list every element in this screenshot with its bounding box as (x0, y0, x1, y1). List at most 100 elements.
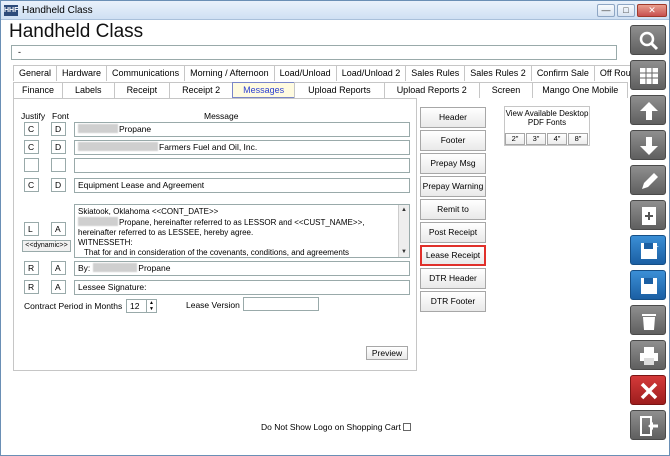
prepay-msg-button[interactable]: Prepay Msg (420, 153, 486, 174)
tab-hardware[interactable]: Hardware (56, 65, 108, 81)
save-new-icon[interactable]: + (630, 235, 666, 265)
tab-upload-reports[interactable]: Upload Reports (294, 82, 385, 98)
no-logo-label: Do Not Show Logo on Shopping Cart (261, 422, 401, 432)
trash-icon[interactable] (630, 305, 666, 335)
maximize-button[interactable]: □ (617, 4, 635, 17)
justify-field[interactable]: R (24, 261, 39, 275)
tab-labels[interactable]: Labels (62, 82, 115, 98)
justify-field[interactable]: C (24, 122, 39, 136)
tab-sales-rules-2[interactable]: Sales Rules 2 (464, 65, 532, 81)
tab-sales-rules[interactable]: Sales Rules (405, 65, 466, 81)
lease-receipt-button[interactable]: Lease Receipt (420, 245, 486, 266)
pdf-font-8in-button[interactable]: 8" (568, 133, 588, 145)
pdf-font-3in-button[interactable]: 3" (526, 133, 546, 145)
message-text: Farmers Fuel and Oil, Inc. (159, 142, 258, 152)
contract-period-stepper[interactable]: 12 ▲ ▼ (126, 299, 157, 313)
message-field[interactable]: Propane (74, 122, 410, 137)
tab-morning-afternoon[interactable]: Morning / Afternoon (184, 65, 275, 81)
font-field[interactable]: D (51, 122, 66, 136)
justify-field[interactable]: R (24, 280, 39, 294)
redacted-text (93, 263, 138, 272)
post-receipt-button[interactable]: Post Receipt (420, 222, 486, 243)
exit-icon[interactable] (630, 410, 666, 440)
tab-screen[interactable]: Screen (478, 82, 534, 98)
tab-load-unload[interactable]: Load/Unload (273, 65, 337, 81)
no-logo-checkbox[interactable]: Do Not Show Logo on Shopping Cart (261, 422, 411, 432)
contract-period-value: 12 (130, 301, 140, 311)
header-button[interactable]: Header (420, 107, 486, 128)
minimize-button[interactable]: — (597, 4, 615, 17)
search-icon[interactable] (630, 25, 666, 55)
lease-version-label: Lease Version (186, 300, 240, 310)
message-text: By: (78, 263, 91, 273)
font-field[interactable] (51, 158, 66, 172)
close-icon[interactable] (630, 375, 666, 405)
tab-mango-one-mobile[interactable]: Mango One Mobile (532, 82, 629, 98)
preview-button[interactable]: Preview (366, 346, 408, 360)
tab-receipt[interactable]: Receipt (113, 82, 171, 98)
stepper-arrows-icon[interactable]: ▲ ▼ (146, 300, 156, 312)
tab-messages[interactable]: Messages (232, 82, 296, 98)
justify-field[interactable]: L (24, 222, 39, 236)
font-field[interactable]: A (51, 222, 66, 236)
close-window-button[interactable]: ✕ (637, 4, 667, 17)
arrow-down-icon[interactable] (630, 130, 666, 160)
font-field[interactable]: A (51, 261, 66, 275)
lease-line: WITNESSETH: (78, 238, 133, 247)
tabs-row-2: Finance Labels Receipt Receipt 2 Message… (13, 82, 629, 98)
print-icon[interactable] (630, 340, 666, 370)
save-icon[interactable] (630, 270, 666, 300)
message-field[interactable] (74, 158, 410, 173)
message-field[interactable]: By: Propane (74, 261, 410, 276)
scroll-down-icon[interactable]: ▼ (399, 248, 409, 256)
lease-text-area[interactable]: Skiatook, Oklahoma <<CONT_DATE>> Propane… (74, 204, 410, 258)
vertical-scrollbar[interactable]: ▲ ▼ (398, 205, 409, 257)
message-text: Propane (119, 124, 152, 134)
top-field-value: - (18, 47, 21, 57)
message-field[interactable]: Farmers Fuel and Oil, Inc. (74, 140, 410, 155)
justify-field[interactable]: C (24, 178, 39, 192)
tab-confirm-sale[interactable]: Confirm Sale (530, 65, 595, 81)
dtr-header-button[interactable]: DTR Header (420, 268, 486, 289)
dynamic-fields-button[interactable]: <<dynamic>> (22, 240, 71, 252)
add-document-icon[interactable] (630, 200, 666, 230)
pdf-fonts-box: View Available Desktop PDF Fonts 2" 3" 4… (504, 106, 590, 146)
pdf-font-2in-button[interactable]: 2" (505, 133, 525, 145)
remit-to-button[interactable]: Remit to (420, 199, 486, 220)
title-bar: HHF Handheld Class — □ ✕ (1, 1, 669, 20)
font-field[interactable]: A (51, 280, 66, 294)
footer-button[interactable]: Footer (420, 130, 486, 151)
pdf-font-4in-button[interactable]: 4" (547, 133, 567, 145)
tab-finance[interactable]: Finance (13, 82, 64, 98)
app-icon: HHF (4, 5, 19, 16)
scroll-up-icon[interactable]: ▲ (399, 206, 409, 214)
prepay-warning-button[interactable]: Prepay Warning (420, 176, 486, 197)
tab-load-unload-2[interactable]: Load/Unload 2 (335, 65, 407, 81)
page-title: Handheld Class (9, 21, 144, 42)
main-window: HHF Handheld Class — □ ✕ Handheld Class … (0, 0, 670, 456)
lease-version-input[interactable] (243, 297, 319, 311)
pdf-fonts-title: View Available Desktop PDF Fonts (505, 109, 589, 127)
tab-receipt-2[interactable]: Receipt 2 (169, 82, 234, 98)
justify-field[interactable] (24, 158, 39, 172)
lease-line: hereinafter referred to as LESSEE, hereb… (78, 228, 254, 237)
top-field[interactable]: - (11, 45, 617, 60)
tab-general[interactable]: General (13, 65, 58, 81)
pencil-icon[interactable] (630, 165, 666, 195)
message-header: Message (204, 111, 239, 121)
font-field[interactable]: D (51, 178, 66, 192)
font-header: Font (52, 111, 70, 121)
arrow-up-icon[interactable] (630, 95, 666, 125)
font-field[interactable]: D (51, 140, 66, 154)
justify-field[interactable]: C (24, 140, 39, 154)
lease-line: Propane, hereinafter referred to as LESS… (78, 217, 395, 228)
redacted-text (78, 124, 118, 133)
grid-icon[interactable] (630, 60, 666, 90)
tab-communications[interactable]: Communications (106, 65, 186, 81)
dtr-footer-button[interactable]: DTR Footer (420, 291, 486, 312)
checkbox-icon[interactable] (402, 423, 411, 431)
message-field[interactable]: Equipment Lease and Agreement (74, 178, 410, 193)
redacted-text (78, 217, 118, 226)
tab-upload-reports-2[interactable]: Upload Reports 2 (383, 82, 480, 98)
message-field[interactable]: Lessee Signature: (74, 280, 410, 295)
